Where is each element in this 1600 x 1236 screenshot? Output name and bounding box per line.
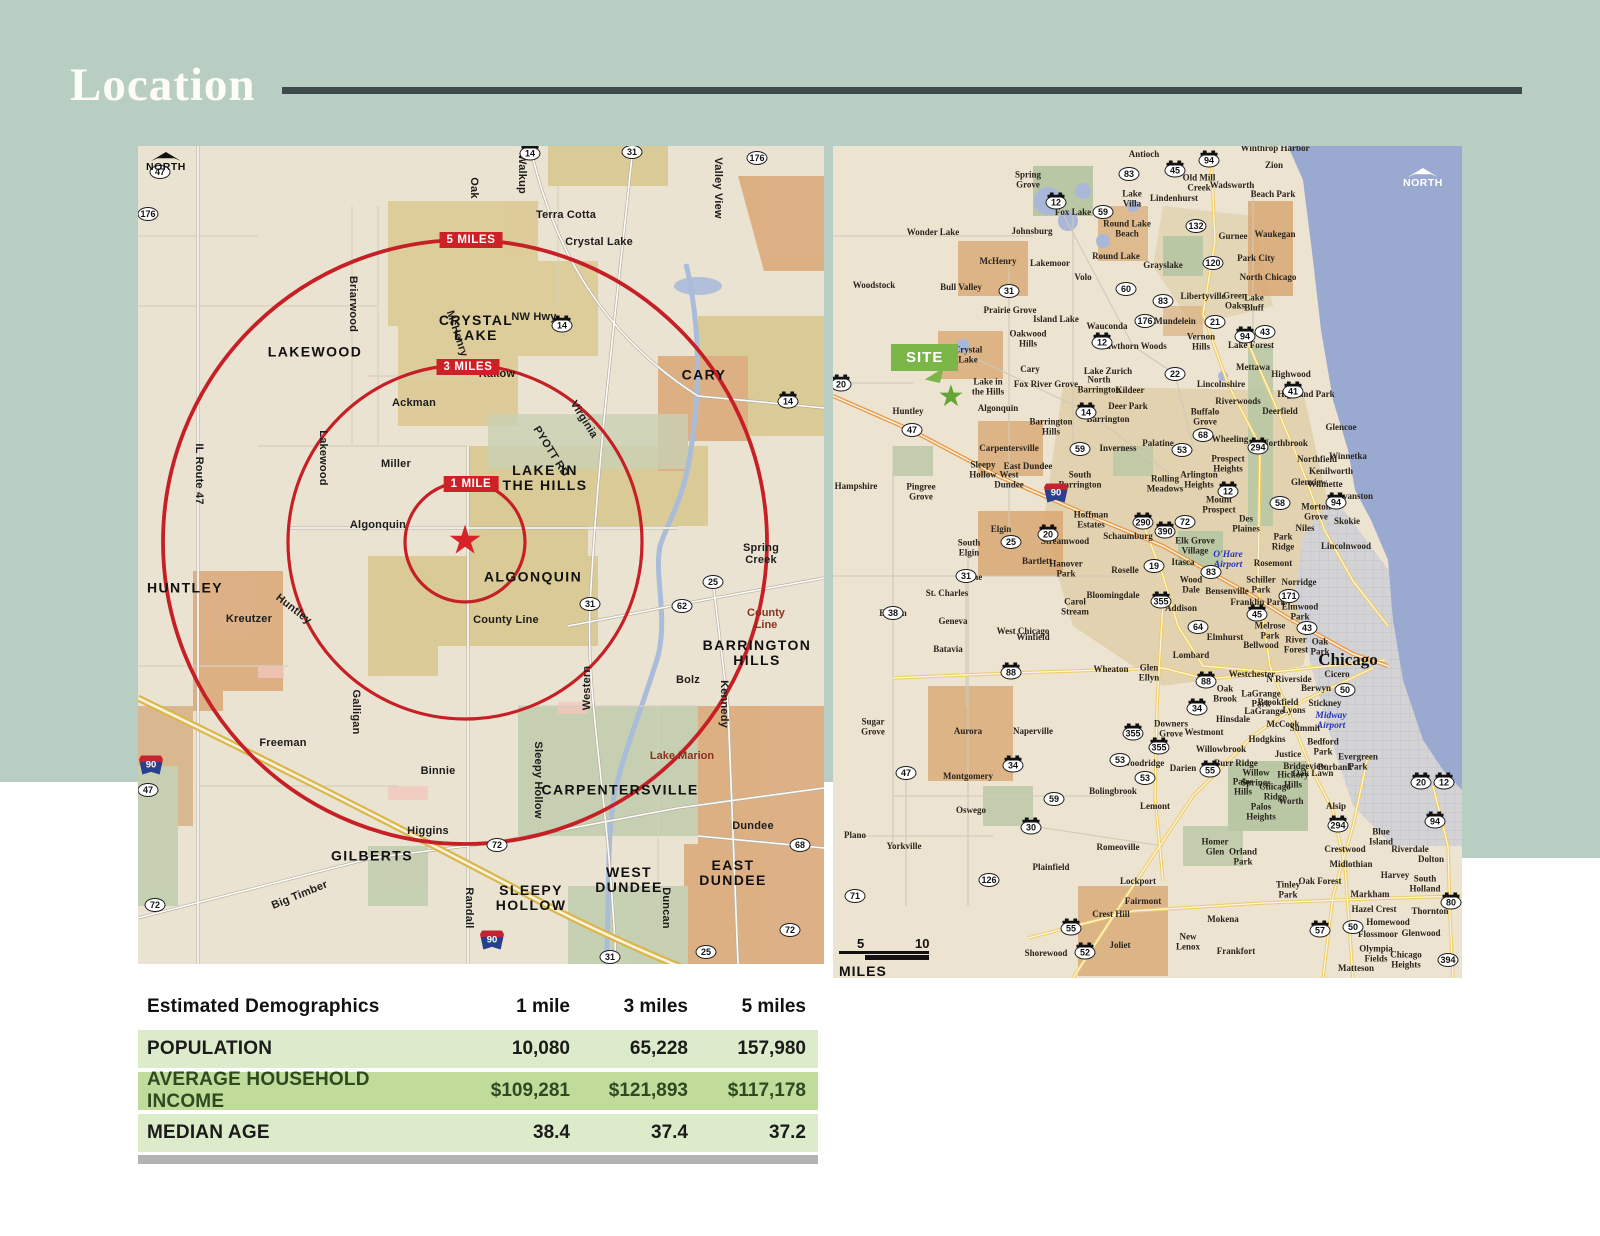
ring-badge: 3 MILES <box>437 359 500 375</box>
scale-5: 5 <box>857 936 864 951</box>
table-row: POPULATION10,08065,228157,980 <box>138 1030 818 1068</box>
row-label: MEDIAN AGE <box>138 1122 452 1144</box>
regional-map-art <box>833 146 1462 978</box>
ring-badge: 1 MILE <box>444 476 499 492</box>
north-arrow-icon: NORTH <box>146 152 186 173</box>
row-value: 10,080 <box>452 1038 570 1060</box>
table-row: MEDIAN AGE38.437.437.2 <box>138 1114 818 1152</box>
title-divider <box>282 87 1522 94</box>
scale-bar-thick <box>865 955 929 960</box>
row-value: $121,893 <box>570 1080 688 1102</box>
demographics-title: Estimated Demographics <box>138 996 452 1018</box>
site-star-icon: ★ <box>447 520 483 560</box>
demographics-header: Estimated Demographics 1 mile 3 miles 5 … <box>138 988 818 1026</box>
north-arrow-icon: NORTH <box>1403 168 1443 189</box>
table-row: AVERAGE HOUSEHOLD INCOME$109,281$121,893… <box>138 1072 818 1110</box>
row-label: POPULATION <box>138 1038 452 1060</box>
row-label: AVERAGE HOUSEHOLD INCOME <box>138 1069 452 1113</box>
scale-unit: MILES <box>839 963 931 978</box>
map-scale: 5 10 MILES <box>839 936 931 978</box>
row-value: 37.4 <box>570 1122 688 1144</box>
row-value: 157,980 <box>688 1038 818 1060</box>
table-footer-bar <box>138 1155 818 1164</box>
regional-map[interactable]: AntiochZionWinthrop HarborSpring GroveFo… <box>833 146 1462 978</box>
col-3-miles: 3 miles <box>570 996 688 1018</box>
page: Location <box>0 0 1600 1236</box>
demographics-table: Estimated Demographics 1 mile 3 miles 5 … <box>138 988 818 1164</box>
ring-badge: 5 MILES <box>440 232 503 248</box>
page-title: Location <box>70 58 256 112</box>
col-5-miles: 5 miles <box>688 996 818 1018</box>
row-value: 65,228 <box>570 1038 688 1060</box>
side-band <box>1462 782 1600 858</box>
scale-10: 10 <box>915 936 929 951</box>
row-value: 37.2 <box>688 1122 818 1144</box>
scale-bar <box>839 951 929 954</box>
col-1-mile: 1 mile <box>452 996 570 1018</box>
radius-map[interactable]: 5 MILES3 MILES1 MILE LAKEWOODCRYSTAL LAK… <box>138 146 824 964</box>
row-value: $117,178 <box>688 1080 818 1102</box>
row-value: $109,281 <box>452 1080 570 1102</box>
site-callout: SITE <box>891 344 958 371</box>
row-value: 38.4 <box>452 1122 570 1144</box>
